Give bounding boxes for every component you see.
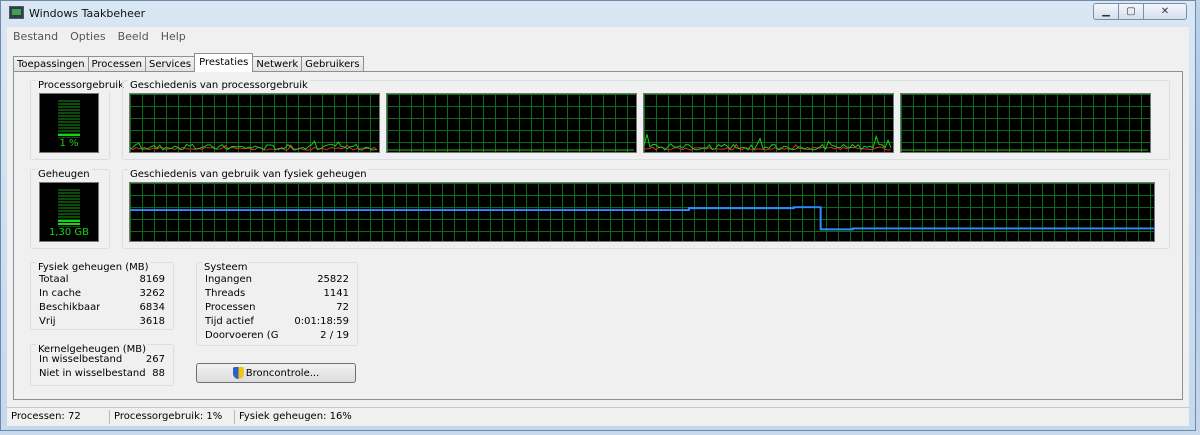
system-row: Threads 1141 xyxy=(205,287,349,301)
maximize-icon: ▢ xyxy=(1126,6,1136,17)
memory-history-trace xyxy=(130,206,1154,231)
menu-bar: Bestand Opties Beeld Help xyxy=(7,27,1189,47)
row-label: Ingangen xyxy=(205,274,252,285)
memory-history-graph xyxy=(129,182,1155,242)
kernel-memory-row: Niet in wisselbestand 88 xyxy=(39,367,165,381)
cpu-history-title: Geschiedenis van processorgebruik xyxy=(128,80,310,91)
status-memory: Fysiek geheugen: 16% xyxy=(239,411,352,422)
row-value: 72 xyxy=(336,302,349,313)
system-row: Doorvoeren (G 2 / 19 xyxy=(205,329,349,343)
cpu-meter-bars xyxy=(58,100,80,138)
physical-memory-row: Vrij 3618 xyxy=(39,315,165,329)
system-table: Ingangen 25822 Threads 1141 Processen 72 Ti… xyxy=(205,273,349,343)
system-group: Systeem Ingangen 25822 Threads 1141 Proces… xyxy=(196,262,358,346)
close-icon: ✕ xyxy=(1160,6,1170,17)
task-manager-icon xyxy=(9,6,24,19)
cpu-core-2-graph xyxy=(386,93,637,153)
system-row: Ingangen 25822 xyxy=(205,273,349,287)
title-bar[interactable]: Windows Taakbeheer ▁ ▢ ✕ xyxy=(1,1,1195,27)
cpu-meter: 1 % xyxy=(39,93,99,153)
cpu-usage-group: Processorgebruik 1 % xyxy=(30,80,126,160)
row-value: 88 xyxy=(152,368,165,379)
cpu-core-1-graph xyxy=(129,93,380,153)
row-label: Tijd actief xyxy=(205,316,254,327)
physical-memory-row: Totaal 8169 xyxy=(39,273,165,287)
tab-toepassingen[interactable]: Toepassingen xyxy=(13,56,89,72)
close-button[interactable]: ✕ xyxy=(1143,3,1187,20)
row-value: 1141 xyxy=(323,288,349,299)
minimize-icon: ▁ xyxy=(1102,6,1110,17)
memory-group: Geheugen 1,30 GB xyxy=(30,169,110,249)
row-label: Niet in wisselbestand xyxy=(39,368,146,379)
resource-monitor-button[interactable]: Broncontrole... xyxy=(196,363,356,383)
tab-services[interactable]: Services xyxy=(144,56,196,72)
memory-history-title: Geschiedenis van gebruik van fysiek gehe… xyxy=(128,169,369,180)
physical-memory-row: In cache 3262 xyxy=(39,287,165,301)
system-title: Systeem xyxy=(202,262,250,273)
cpu-history-group: Geschiedenis van processorgebruik xyxy=(122,80,1170,160)
tab-strip: Toepassingen Processen Services Prestati… xyxy=(13,53,364,72)
menu-beeld[interactable]: Beeld xyxy=(112,30,155,43)
kernel-memory-table: In wisselbestand 267 Niet in wisselbestan… xyxy=(39,353,165,381)
physical-memory-table: Totaal 8169 In cache 3262 Beschikbaar 6834 … xyxy=(39,273,165,329)
memory-history-group: Geschiedenis van gebruik van fysiek gehe… xyxy=(122,169,1170,249)
client-area: Toepassingen Processen Services Prestati… xyxy=(7,46,1189,408)
cpu-core-2-trace xyxy=(387,149,635,151)
menu-opties[interactable]: Opties xyxy=(64,30,112,43)
status-processes: Processen: 72 xyxy=(7,410,110,424)
resource-monitor-label: Broncontrole... xyxy=(245,367,320,379)
uac-shield-icon xyxy=(232,367,244,379)
memory-meter: 1,30 GB xyxy=(39,182,99,242)
row-label: In wisselbestand xyxy=(39,354,123,365)
cpu-meter-fill xyxy=(58,134,80,137)
cpu-usage-title: Processorgebruik xyxy=(36,80,126,91)
row-value: 6834 xyxy=(139,302,165,313)
task-manager-window: Windows Taakbeheer ▁ ▢ ✕ Bestand Opties … xyxy=(0,0,1196,431)
row-label: Vrij xyxy=(39,316,56,327)
row-value: 267 xyxy=(145,354,165,365)
cpu-core-3-graph xyxy=(643,93,894,153)
status-bar: Processen: 72 Processorgebruik: 1% Fysie… xyxy=(7,407,1189,426)
maximize-button[interactable]: ▢ xyxy=(1118,3,1144,20)
tab-prestaties[interactable]: Prestaties xyxy=(194,53,254,72)
row-label: Threads xyxy=(205,288,246,299)
row-value: 25822 xyxy=(317,274,349,285)
row-label: Processen xyxy=(205,302,256,313)
minimize-button[interactable]: ▁ xyxy=(1093,3,1119,20)
cpu-core-1-trace xyxy=(130,140,378,151)
tab-netwerk[interactable]: Netwerk xyxy=(252,56,303,72)
row-value: 8169 xyxy=(139,274,165,285)
physical-memory-row: Beschikbaar 6834 xyxy=(39,301,165,315)
row-label: Beschikbaar xyxy=(39,302,101,313)
physical-memory-title: Fysiek geheugen (MB) xyxy=(36,262,151,273)
window-title: Windows Taakbeheer xyxy=(29,7,146,20)
cpu-core-4-graph xyxy=(900,93,1151,153)
menu-bestand[interactable]: Bestand xyxy=(7,30,64,43)
row-value: 0:01:18:59 xyxy=(294,316,349,327)
tab-processen[interactable]: Processen xyxy=(87,56,146,72)
memory-meter-fill xyxy=(58,220,80,226)
memory-history-line xyxy=(130,206,1154,231)
status-cpu: Processorgebruik: 1% xyxy=(110,410,235,424)
row-value: 3262 xyxy=(139,288,165,299)
menu-help[interactable]: Help xyxy=(155,30,192,43)
row-label: In cache xyxy=(39,288,82,299)
cpu-core-4-trace xyxy=(901,149,1149,151)
kernel-memory-group: Kernelgeheugen (MB) In wisselbestand 267 … xyxy=(30,344,174,386)
system-row: Tijd actief 0:01:18:59 xyxy=(205,315,349,329)
memory-title: Geheugen xyxy=(36,169,92,180)
row-value: 3618 xyxy=(139,316,165,327)
row-value: 2 / 19 xyxy=(320,330,349,341)
memory-meter-value: 1,30 GB xyxy=(48,227,90,238)
row-label: Totaal xyxy=(39,274,69,285)
kernel-memory-row: In wisselbestand 267 xyxy=(39,353,165,367)
tab-gebruikers[interactable]: Gebruikers xyxy=(301,56,364,72)
cpu-meter-value: 1 % xyxy=(59,138,79,149)
cpu-core-3-trace xyxy=(644,134,892,151)
physical-memory-group: Fysiek geheugen (MB) Totaal 8169 In cache… xyxy=(30,262,174,330)
system-row: Processen 72 xyxy=(205,301,349,315)
row-label: Doorvoeren (G xyxy=(205,330,279,341)
performance-panel: Processorgebruik 1 % Geschiedenis van pr… xyxy=(13,71,1183,400)
